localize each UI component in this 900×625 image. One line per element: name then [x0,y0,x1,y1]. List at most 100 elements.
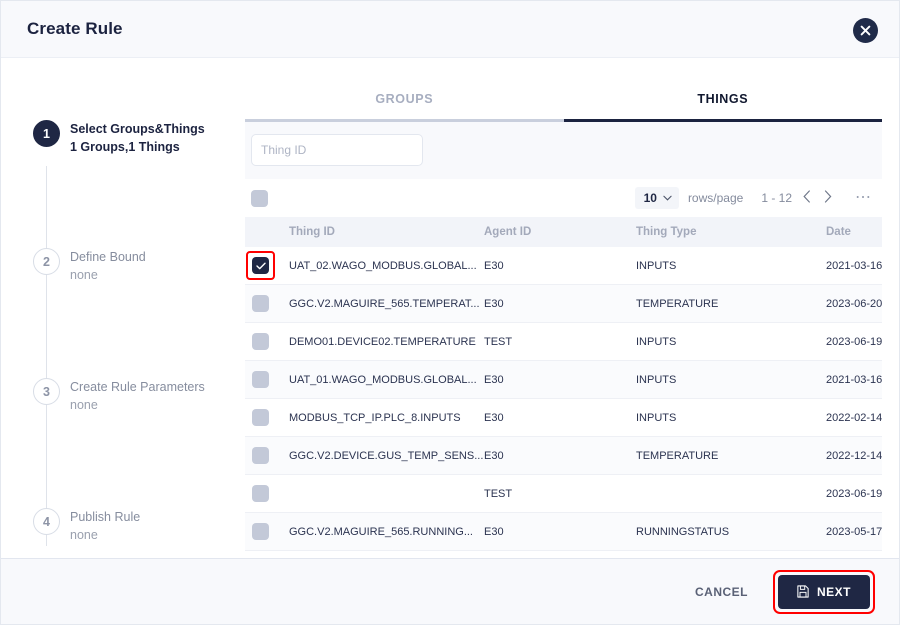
chevron-right-icon [824,190,832,203]
row-checkbox[interactable] [252,409,269,426]
table-scroll-container[interactable]: Thing ID Agent ID Thing Type Date UAT_02… [245,217,882,558]
tab-things[interactable]: THINGS [563,78,883,122]
header-thing-id[interactable]: Thing ID [289,217,484,247]
cell-thing-type: RUNNINGSTATUS [636,512,826,551]
step-label: Define Bound [70,250,146,264]
page-title: Create Rule [27,19,123,38]
cell-date: 2023-05-08 09:33:30 [826,550,882,558]
cancel-button[interactable]: CANCEL [683,576,760,608]
search-field-wrapper[interactable] [251,134,423,166]
search-input[interactable] [261,143,416,157]
close-icon [860,25,871,36]
cell-date: 2021-03-16 00:53:56 [826,247,882,285]
things-table: Thing ID Agent ID Thing Type Date UAT_02… [245,217,882,558]
row-checkbox-cell [245,322,289,361]
row-checkbox-cell [245,284,289,323]
table-header: Thing ID Agent ID Thing Type Date [245,217,882,247]
cell-agent-id: E30 [484,512,636,551]
cell-agent-id: TEST [484,322,636,361]
row-checkbox[interactable] [252,257,269,274]
row-checkbox-cell [245,474,289,513]
rows-per-page-select[interactable]: 10 [634,187,679,209]
save-icon [797,585,809,598]
cell-thing-id: GGC.V2.MAGUIRE_565.TEMPERAT... [289,284,484,323]
cell-agent-id: E30 [484,284,636,323]
prev-page-button[interactable] [801,190,813,206]
row-checkbox-wrapper [252,333,289,350]
cell-date: 2023-06-20 07:16:43 [826,284,882,323]
cell-thing-id: GGC.V2.MAGUIRE_565.RUNNING... [289,512,484,551]
row-checkbox-cell [245,436,289,475]
cell-thing-type: TEMPERATURE [636,284,826,323]
cell-thing-id [289,474,484,513]
row-checkbox-wrapper [252,295,289,312]
step-publish-rule[interactable]: 4 Publish Rule none [33,508,140,544]
row-checkbox-cell [245,512,289,551]
table-row[interactable]: GGC.V2.MAGUIRE_565.TEMPERAT... E30 TEMPERA… [245,284,882,323]
header-thing-type[interactable]: Thing Type [636,217,826,247]
step-sublabel: 1 Groups,1 Things [70,140,180,154]
cell-agent-id: TEST [484,474,636,513]
row-checkbox[interactable] [252,333,269,350]
cell-agent-id: E30 [484,360,636,399]
cell-thing-id: MODBUS_TCP_IP.PLC_8.INPUTS [289,398,484,437]
step-create-rule-parameters[interactable]: 3 Create Rule Parameters none [33,378,205,414]
header-agent-id[interactable]: Agent ID [484,217,636,247]
table-row[interactable]: UAT_01.WAGO_MODBUS.GLOBAL... E30 INPUTS 202… [245,360,882,399]
next-button-highlight: NEXT [772,569,876,614]
cell-agent-id: E30 [484,398,636,437]
step-number: 4 [33,508,60,535]
cell-thing-type: INPUTS [636,322,826,361]
table-row[interactable]: TEST 2023-06-19 21:56:49 [245,474,882,513]
next-button-label: NEXT [816,584,851,599]
header-date[interactable]: Date [826,217,882,247]
cell-thing-id: UAT_02.WAGO_MODBUS.GLOBAL... [289,247,484,285]
cell-thing-id: GGC.V2.DEVICE.GUS_TEMP_SENS... [289,436,484,475]
row-checkbox[interactable] [252,523,269,540]
table-row[interactable]: UAT_02.WAGO_MODBUS.GLOBAL... E30 INPUTS 202… [245,247,882,285]
select-all-checkbox[interactable] [251,189,268,207]
cell-thing-type: INPUTS [636,398,826,437]
close-button[interactable] [853,18,878,43]
chevron-left-icon [803,190,810,203]
step-define-bound[interactable]: 2 Define Bound none [33,248,146,284]
selected-row-highlight [246,251,275,280]
header-checkbox-col [245,217,289,247]
stepper-connector-line [46,166,47,546]
next-button[interactable]: NEXT [777,574,870,609]
cell-date: 2023-06-19 21:56:49 [826,474,882,513]
row-checkbox[interactable] [252,447,269,464]
table-row[interactable]: MODBUS_TCP_IP.PLC_8.INPUTS E30 INPUTS 2022-… [245,398,882,437]
cell-thing-type: INPUTS [636,247,826,285]
tab-bar: GROUPS THINGS [245,78,882,122]
dialog-body: 1 Select Groups&Things 1 Groups,1 Things… [1,58,899,558]
step-sublabel: none [70,398,98,412]
table-row[interactable]: GGC.V2.DEVICE.GUS_TEMP_SENS... E30 TEMPERA… [245,436,882,475]
table-row[interactable]: GGC.V2.DEVICE.MAGUIRE_565E30MAGUIRE_5652… [245,550,882,558]
table-toolbar: 10 rows/page 1 - 12 ⋯ [245,179,882,217]
tab-groups[interactable]: GROUPS [245,78,564,119]
cell-date: 2022-02-14 11:03:01 [826,398,882,437]
next-page-button[interactable] [822,190,834,206]
more-options-button[interactable]: ⋯ [855,189,872,205]
cell-thing-type [636,474,826,513]
table-row[interactable]: DEMO01.DEVICE02.TEMPERATURE TEST INPUTS 202… [245,322,882,361]
row-checkbox[interactable] [252,371,269,388]
step-sublabel: none [70,528,98,542]
row-checkbox-wrapper [252,371,289,388]
row-checkbox[interactable] [252,485,269,502]
cell-agent-id: E30 [484,247,636,285]
step-number: 1 [33,120,60,147]
check-icon [255,262,266,269]
cell-thing-type: TEMPERATURE [636,436,826,475]
step-label: Select Groups&Things [70,122,205,136]
step-select-groups-things[interactable]: 1 Select Groups&Things 1 Groups,1 Things [33,120,205,156]
row-checkbox[interactable] [252,295,269,312]
search-bar [245,122,882,179]
step-number: 2 [33,248,60,275]
row-checkbox-wrapper [252,485,289,502]
cell-date: 2023-05-17 15:28:09 [826,512,882,551]
table-header-row: Thing ID Agent ID Thing Type Date [245,217,882,247]
cell-thing-id: UAT_01.WAGO_MODBUS.GLOBAL... [289,360,484,399]
table-row[interactable]: GGC.V2.MAGUIRE_565.RUNNING... E30 RUNNINGS… [245,512,882,551]
